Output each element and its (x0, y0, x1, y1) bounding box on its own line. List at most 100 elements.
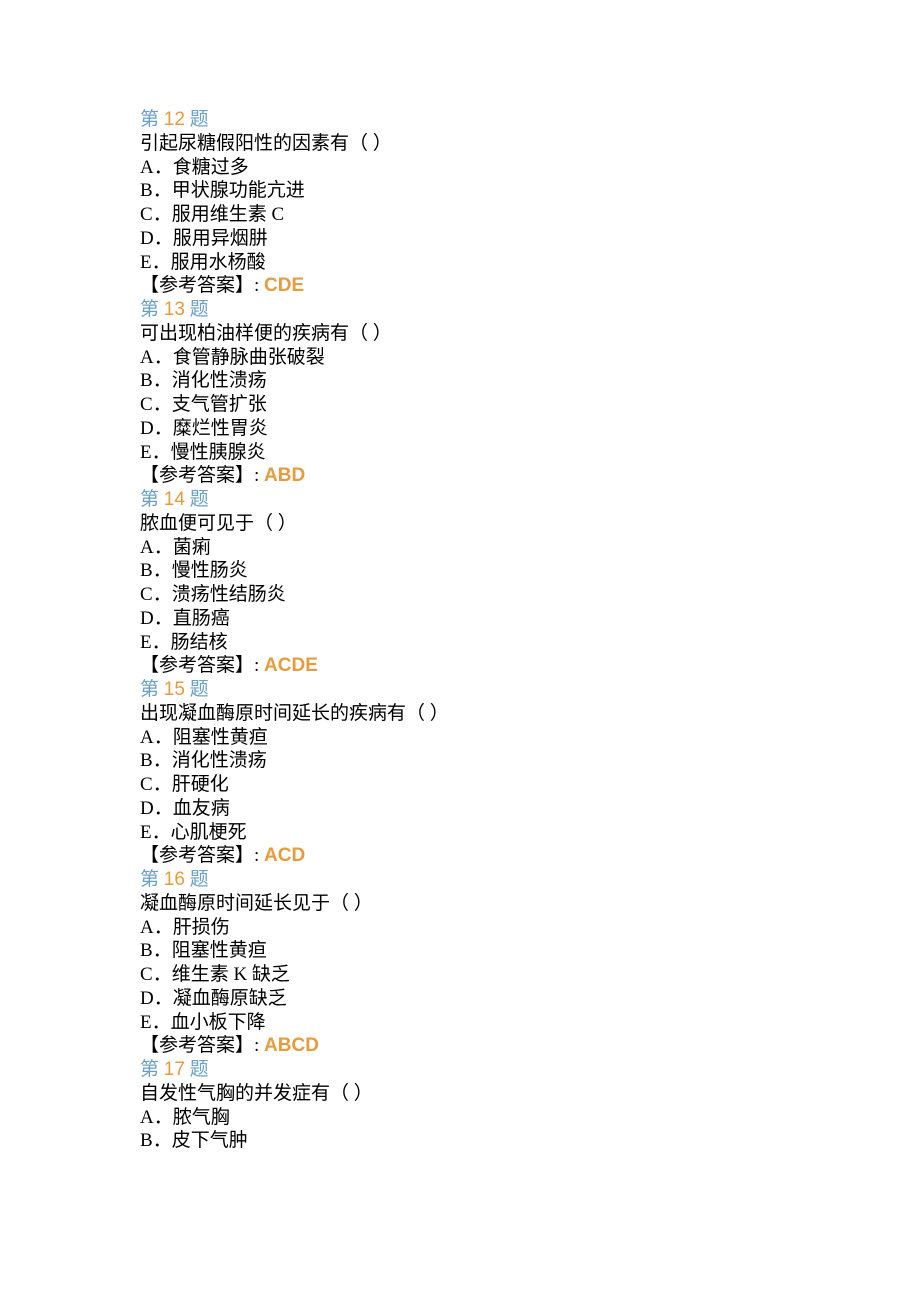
option-text: 阻塞性黄疸 (173, 727, 268, 748)
option-letter: B (140, 940, 153, 961)
answer-line: 【参考答案】: ABD (140, 464, 920, 488)
option-text: 凝血酶原缺乏 (173, 988, 287, 1009)
option-text: 服用异烟肼 (173, 228, 268, 249)
question-header: 第 14 题 (140, 488, 920, 512)
answer-label: 【参考答案】: (140, 275, 264, 296)
option-sep: ． (152, 1012, 171, 1033)
answer-value: ACD (264, 845, 305, 866)
question-number: 16 (164, 869, 185, 890)
question-suffix: 题 (185, 109, 209, 130)
option-sep: ． (154, 727, 173, 748)
option-text: 肠结核 (171, 632, 228, 653)
question-stem: 自发性气胸的并发症有（ ） (140, 1082, 920, 1106)
answer-line: 【参考答案】: ACDE (140, 654, 920, 678)
question-stem: 凝血酶原时间延长见于（ ） (140, 892, 920, 916)
answer-line: 【参考答案】: ACD (140, 844, 920, 868)
question-option: A．食糖过多 (140, 156, 920, 180)
option-text: 慢性胰腺炎 (171, 442, 266, 463)
answer-value: CDE (264, 275, 304, 296)
option-sep: ． (154, 988, 173, 1009)
question-option: D．直肠癌 (140, 607, 920, 631)
question-header: 第 17 题 (140, 1058, 920, 1082)
question-number: 12 (164, 109, 185, 130)
option-letter: B (140, 560, 153, 581)
option-sep: ． (154, 608, 173, 629)
question-option: A．脓气胸 (140, 1106, 920, 1130)
question-suffix: 题 (185, 489, 209, 510)
option-sep: ． (152, 632, 171, 653)
option-text: 糜烂性胃炎 (173, 418, 268, 439)
option-letter: A (140, 727, 154, 748)
option-text: 服用水杨酸 (171, 252, 266, 273)
option-letter: B (140, 1130, 153, 1151)
option-letter: B (140, 370, 153, 391)
question-option: B．慢性肠炎 (140, 559, 920, 583)
option-sep: ． (154, 418, 173, 439)
question-suffix: 题 (185, 679, 209, 700)
answer-label: 【参考答案】: (140, 655, 264, 676)
question-block: 第 12 题引起尿糖假阳性的因素有（ ）A．食糖过多B．甲状腺功能亢进C．服用维… (140, 108, 920, 298)
answer-value: ABD (264, 465, 305, 486)
option-text: 脓气胸 (173, 1107, 230, 1128)
option-letter: D (140, 798, 154, 819)
question-option: B．阻塞性黄疸 (140, 939, 920, 963)
question-prefix: 第 (140, 109, 164, 130)
option-text: 菌痢 (173, 537, 211, 558)
question-option: A．肝损伤 (140, 916, 920, 940)
question-option: A．阻塞性黄疸 (140, 726, 920, 750)
question-stem: 可出现柏油样便的疾病有（ ） (140, 322, 920, 346)
option-text: 直肠癌 (173, 608, 230, 629)
option-text: 肝损伤 (173, 917, 230, 938)
question-option: B．甲状腺功能亢进 (140, 179, 920, 203)
option-text: 甲状腺功能亢进 (172, 180, 305, 201)
option-sep: ． (153, 584, 172, 605)
option-sep: ． (153, 370, 172, 391)
option-text: 维生素 K 缺乏 (172, 964, 290, 985)
question-option: E．心肌梗死 (140, 821, 920, 845)
option-text: 服用维生素 C (172, 204, 284, 225)
option-letter: C (140, 964, 153, 985)
option-text: 皮下气肿 (172, 1130, 248, 1151)
question-block: 第 16 题凝血酶原时间延长见于（ ）A．肝损伤B．阻塞性黄疸C．维生素 K 缺… (140, 868, 920, 1058)
option-sep: ． (153, 180, 172, 201)
question-option: D．服用异烟肼 (140, 227, 920, 251)
option-sep: ． (152, 442, 171, 463)
question-option: C．支气管扩张 (140, 393, 920, 417)
question-prefix: 第 (140, 489, 164, 510)
question-option: C．维生素 K 缺乏 (140, 963, 920, 987)
question-option: A．菌痢 (140, 536, 920, 560)
option-text: 支气管扩张 (172, 394, 267, 415)
option-letter: B (140, 750, 153, 771)
question-option: D．血友病 (140, 797, 920, 821)
option-letter: A (140, 537, 154, 558)
question-number: 17 (164, 1059, 185, 1080)
question-prefix: 第 (140, 299, 164, 320)
question-option: C．溃疡性结肠炎 (140, 583, 920, 607)
option-sep: ． (153, 204, 172, 225)
answer-label: 【参考答案】: (140, 845, 264, 866)
option-text: 血友病 (173, 798, 230, 819)
option-text: 阻塞性黄疸 (172, 940, 267, 961)
question-option: E．服用水杨酸 (140, 251, 920, 275)
option-letter: A (140, 347, 154, 368)
option-text: 血小板下降 (171, 1012, 266, 1033)
option-letter: D (140, 988, 154, 1009)
option-text: 溃疡性结肠炎 (172, 584, 286, 605)
question-option: B．皮下气肿 (140, 1129, 920, 1153)
question-header: 第 15 题 (140, 678, 920, 702)
option-sep: ． (153, 940, 172, 961)
question-block: 第 17 题自发性气胸的并发症有（ ）A．脓气胸B．皮下气肿 (140, 1058, 920, 1153)
question-header: 第 13 题 (140, 298, 920, 322)
option-sep: ． (154, 228, 173, 249)
option-text: 心肌梗死 (171, 822, 247, 843)
option-sep: ． (153, 560, 172, 581)
question-suffix: 题 (185, 869, 209, 890)
option-letter: D (140, 608, 154, 629)
question-option: B．消化性溃疡 (140, 749, 920, 773)
answer-line: 【参考答案】: CDE (140, 274, 920, 298)
option-letter: D (140, 418, 154, 439)
option-text: 肝硬化 (172, 774, 229, 795)
option-sep: ． (154, 537, 173, 558)
option-letter: A (140, 917, 154, 938)
option-sep: ． (153, 774, 172, 795)
